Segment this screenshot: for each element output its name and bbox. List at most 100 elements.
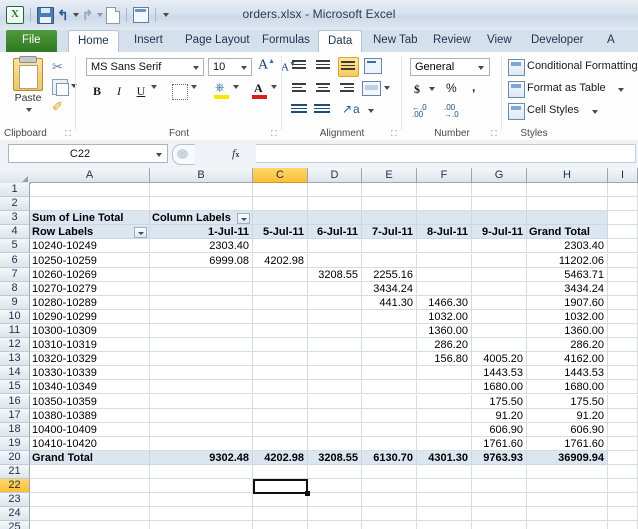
pivot-value-cell[interactable]: 6999.08 bbox=[150, 254, 253, 268]
cell-empty[interactable] bbox=[150, 507, 253, 521]
pivot-value-cell[interactable] bbox=[362, 437, 417, 451]
pivot-row-label[interactable]: 10300-10309 bbox=[30, 324, 150, 338]
cell-empty[interactable] bbox=[308, 465, 362, 479]
pivot-value-cell[interactable]: 1032.00 bbox=[417, 310, 472, 324]
increase-decimal-icon[interactable]: ←.0.00 bbox=[412, 104, 427, 118]
cell-empty[interactable] bbox=[30, 465, 150, 479]
orientation-dropdown-icon[interactable] bbox=[368, 109, 374, 113]
pivot-value-cell[interactable] bbox=[150, 352, 253, 366]
cell-empty[interactable] bbox=[608, 282, 638, 296]
pivot-value-cell[interactable] bbox=[150, 395, 253, 409]
cell-empty[interactable] bbox=[150, 521, 253, 529]
row-header-9[interactable]: 9 bbox=[0, 296, 30, 310]
pivot-row-total[interactable]: 175.50 bbox=[527, 395, 608, 409]
pivot-value-cell[interactable] bbox=[253, 296, 308, 310]
pivot-value-cell[interactable] bbox=[150, 423, 253, 437]
row-header-19[interactable]: 19 bbox=[0, 437, 30, 451]
pivot-value-cell[interactable] bbox=[308, 366, 362, 380]
align-right-button[interactable] bbox=[338, 80, 357, 98]
tab-view[interactable]: View bbox=[478, 30, 521, 52]
pivot-value-cell[interactable] bbox=[150, 409, 253, 423]
pivot-header-blank[interactable] bbox=[472, 211, 527, 225]
pivot-header-blank[interactable] bbox=[362, 211, 417, 225]
pivot-value-cell[interactable] bbox=[472, 268, 527, 282]
select-all-corner[interactable] bbox=[0, 168, 31, 184]
pivot-value-cell[interactable] bbox=[308, 423, 362, 437]
pivot-row-label[interactable]: 10400-10409 bbox=[30, 423, 150, 437]
alignment-dialog-launcher-icon[interactable]: ⛶ bbox=[391, 130, 399, 138]
cell-empty[interactable] bbox=[608, 465, 638, 479]
cell-empty[interactable] bbox=[30, 197, 150, 211]
cell-empty[interactable] bbox=[608, 296, 638, 310]
cell-empty[interactable] bbox=[362, 465, 417, 479]
pivot-value-cell[interactable] bbox=[253, 423, 308, 437]
cell-empty[interactable] bbox=[472, 197, 527, 211]
cell-empty[interactable] bbox=[472, 183, 527, 197]
bold-button[interactable]: B bbox=[88, 82, 106, 100]
cell-empty[interactable] bbox=[608, 352, 638, 366]
pivot-row-labels-caption[interactable]: Row Labels bbox=[30, 225, 150, 239]
pivot-value-cell[interactable]: 1466.30 bbox=[417, 296, 472, 310]
pivot-row-label[interactable]: 10240-10249 bbox=[30, 239, 150, 253]
pivot-row-total[interactable]: 5463.71 bbox=[527, 268, 608, 282]
cell-empty[interactable] bbox=[362, 479, 417, 493]
pivot-row-total[interactable]: 1032.00 bbox=[527, 310, 608, 324]
pivot-value-cell[interactable] bbox=[362, 380, 417, 394]
tab-data[interactable]: Data bbox=[318, 30, 362, 54]
pivot-row-label[interactable]: 10270-10279 bbox=[30, 282, 150, 296]
pivot-grand-total-value[interactable]: 3208.55 bbox=[308, 451, 362, 465]
cell-empty[interactable] bbox=[527, 521, 608, 529]
cell-empty[interactable] bbox=[527, 507, 608, 521]
pivot-value-cell[interactable]: 4005.20 bbox=[472, 352, 527, 366]
cell-empty[interactable] bbox=[608, 310, 638, 324]
row-header-3[interactable]: 3 bbox=[0, 211, 30, 225]
pivot-value-cell[interactable] bbox=[362, 254, 417, 268]
pivot-value-cell[interactable]: 156.80 bbox=[417, 352, 472, 366]
pivot-row-total[interactable]: 4162.00 bbox=[527, 352, 608, 366]
pivot-value-cell[interactable] bbox=[253, 338, 308, 352]
copy-icon[interactable] bbox=[52, 79, 68, 95]
pivot-value-cell[interactable] bbox=[362, 409, 417, 423]
row-header-7[interactable]: 7 bbox=[0, 268, 30, 282]
underline-button[interactable]: U bbox=[132, 82, 150, 100]
cell-empty[interactable] bbox=[608, 507, 638, 521]
currency-dropdown-icon[interactable] bbox=[429, 87, 435, 91]
cell-empty[interactable] bbox=[30, 479, 150, 493]
cell-empty[interactable] bbox=[150, 465, 253, 479]
pivot-header-blank[interactable] bbox=[308, 211, 362, 225]
cell-empty[interactable] bbox=[472, 521, 527, 529]
column-header-f[interactable]: F bbox=[417, 168, 472, 183]
pivot-value-cell[interactable] bbox=[253, 310, 308, 324]
row-header-12[interactable]: 12 bbox=[0, 338, 30, 352]
pivot-value-cell[interactable] bbox=[417, 395, 472, 409]
pivot-value-caption[interactable]: Sum of Line Total bbox=[30, 211, 150, 225]
cell-empty[interactable] bbox=[608, 423, 638, 437]
row-header-16[interactable]: 16 bbox=[0, 395, 30, 409]
cell-empty[interactable] bbox=[417, 183, 472, 197]
row-header-6[interactable]: 6 bbox=[0, 254, 30, 268]
cell-empty[interactable] bbox=[362, 521, 417, 529]
pivot-grand-total-label[interactable]: Grand Total bbox=[30, 451, 150, 465]
row-header-25[interactable]: 25 bbox=[0, 521, 30, 529]
row-header-10[interactable]: 10 bbox=[0, 310, 30, 324]
pivot-grand-total-header[interactable]: Grand Total bbox=[527, 225, 608, 239]
cell-empty[interactable] bbox=[30, 183, 150, 197]
cell-empty[interactable] bbox=[308, 197, 362, 211]
cell-empty[interactable] bbox=[608, 225, 638, 239]
formula-input[interactable] bbox=[256, 144, 636, 163]
pivot-date-header-3[interactable]: 6-Jul-11 bbox=[308, 225, 362, 239]
pivot-header-blank[interactable] bbox=[417, 211, 472, 225]
fill-handle[interactable] bbox=[305, 491, 310, 496]
tab-review[interactable]: Review bbox=[424, 30, 480, 52]
column-header-d[interactable]: D bbox=[308, 168, 362, 183]
cell-empty[interactable] bbox=[362, 183, 417, 197]
increase-indent-icon[interactable] bbox=[314, 104, 330, 116]
tab-developer[interactable]: Developer bbox=[522, 30, 592, 52]
pivot-row-total[interactable]: 11202.06 bbox=[527, 254, 608, 268]
pivot-value-cell[interactable] bbox=[150, 296, 253, 310]
pivot-grand-total-value[interactable]: 9763.93 bbox=[472, 451, 527, 465]
wrap-text-icon[interactable] bbox=[364, 58, 382, 74]
align-bottom-button[interactable] bbox=[338, 57, 359, 77]
pivot-value-cell[interactable] bbox=[253, 324, 308, 338]
cell-empty[interactable] bbox=[472, 465, 527, 479]
